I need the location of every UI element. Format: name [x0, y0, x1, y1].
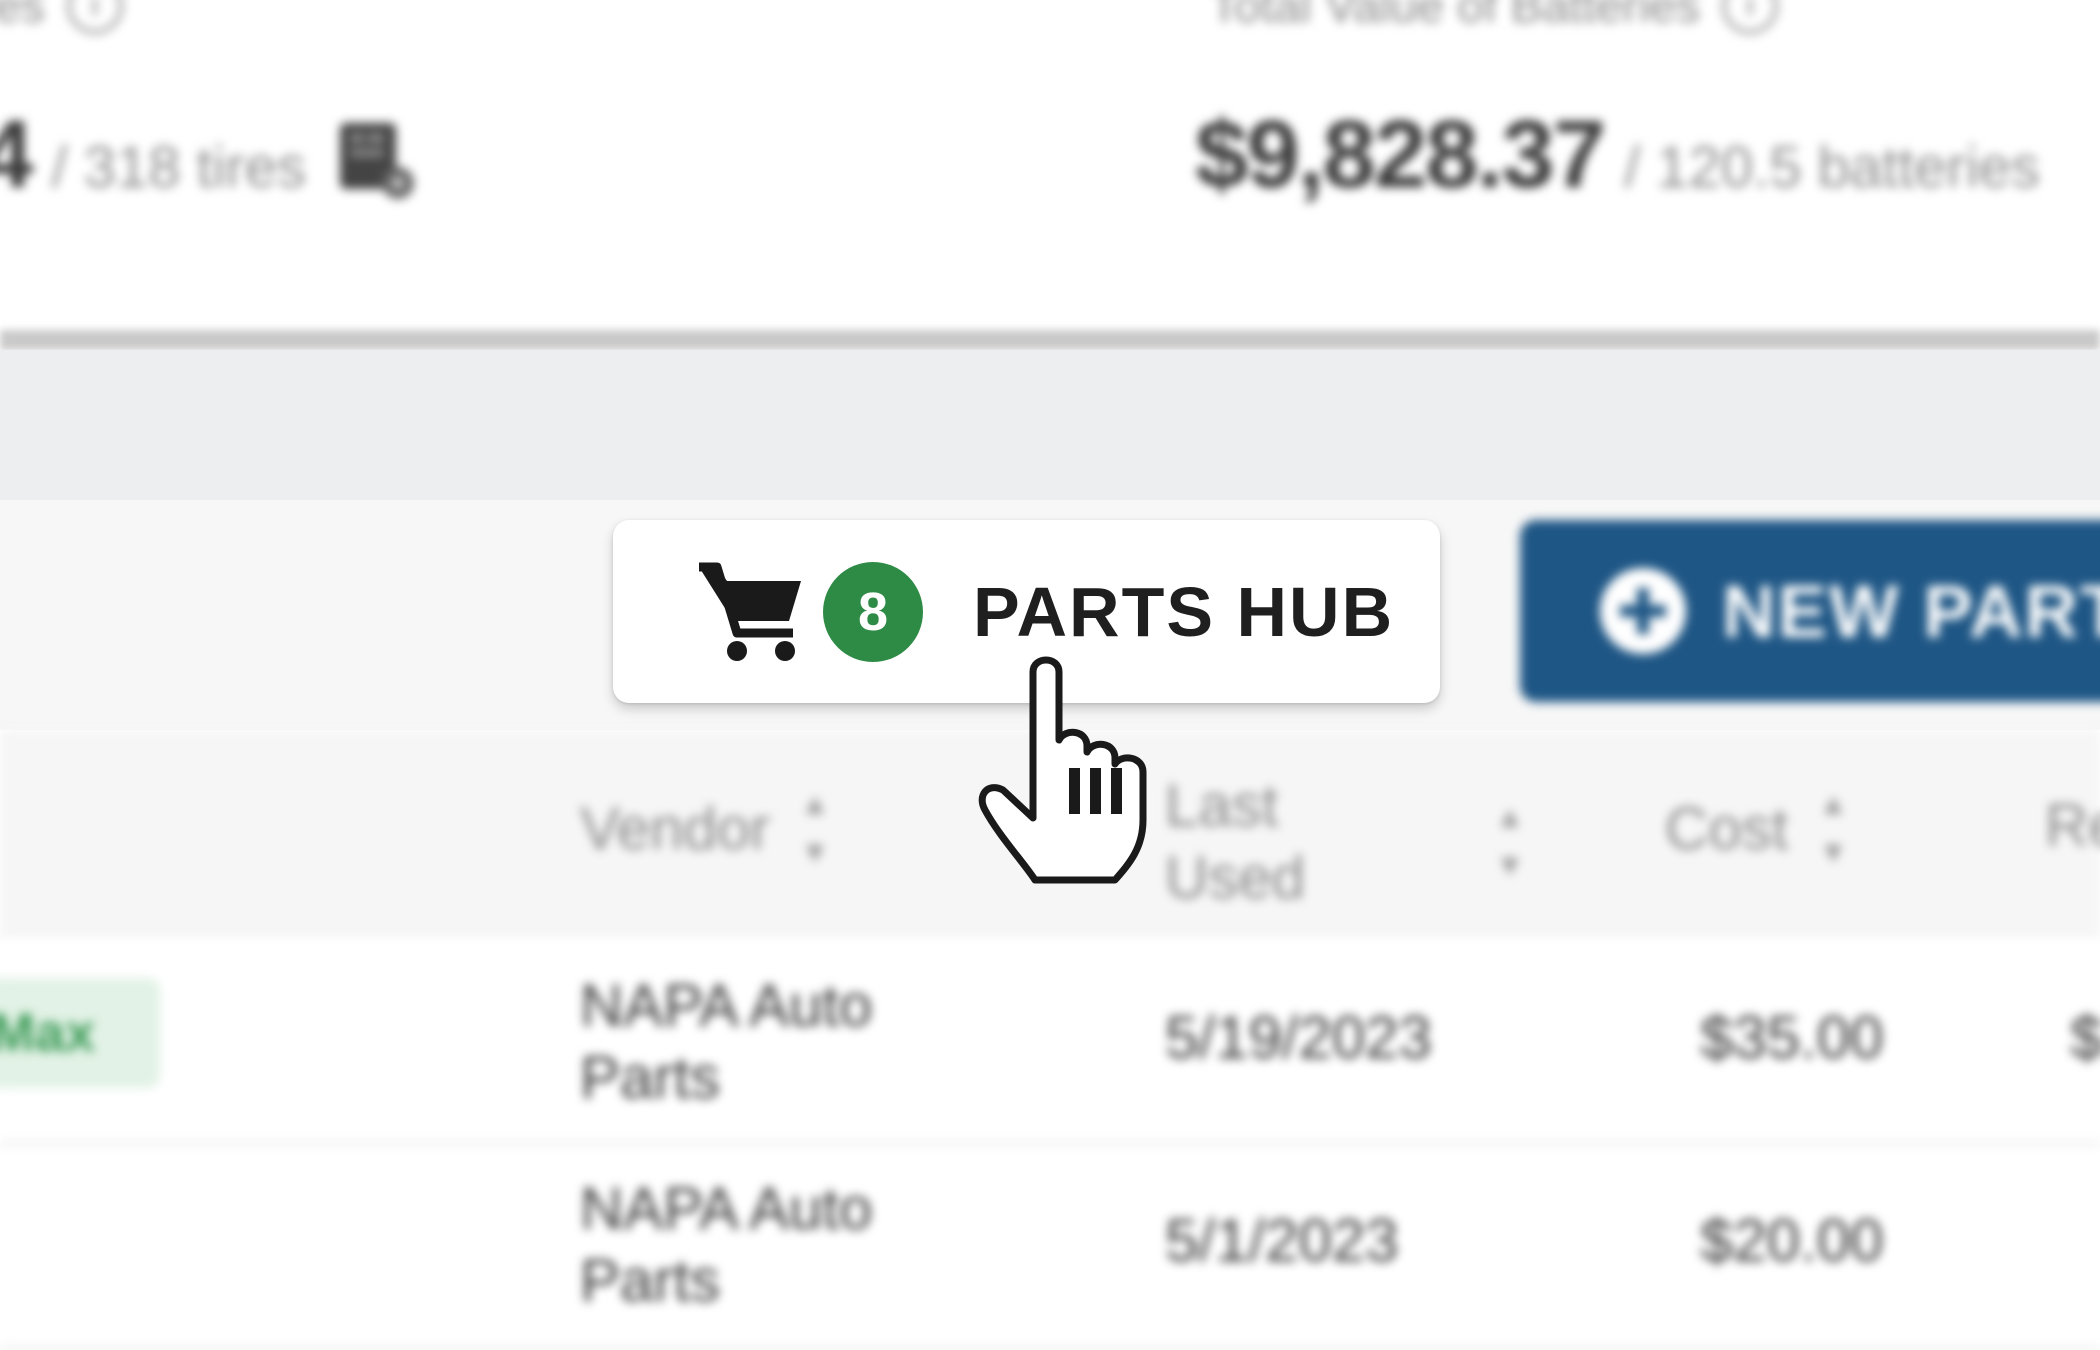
- info-circle-icon[interactable]: i: [1722, 0, 1779, 34]
- batteries-sub: / 120.5 batteries: [1624, 135, 2041, 200]
- column-label: Re: [2045, 792, 2100, 859]
- parts-hub-label: PARTS HUB: [973, 572, 1395, 651]
- info-circle-icon[interactable]: i: [66, 0, 123, 34]
- tires-sub: / 318 tires: [51, 135, 307, 200]
- batteries-value: $9,828.37: [1195, 101, 1606, 208]
- column-header-vendor[interactable]: Vendor ▲ ▼: [580, 790, 830, 868]
- cost-cell: $35.00: [1700, 1004, 1884, 1071]
- batteries-stat-heading: Total Value of Batteries i: [1210, 0, 1779, 34]
- section-band: [0, 350, 2100, 500]
- cost-cell: $20.00: [1700, 1207, 1884, 1274]
- batteries-heading-label: Total Value of Batteries: [1210, 0, 1701, 33]
- sort-arrows-icon[interactable]: ▲ ▼: [1818, 790, 1848, 868]
- tire-icon: [336, 117, 416, 201]
- tires-value: 4: [0, 101, 33, 208]
- column-label: Cost: [1665, 795, 1789, 862]
- new-part-label: NEW PART: [1722, 569, 2100, 653]
- sort-arrows-icon[interactable]: ▲ ▼: [1495, 803, 1525, 881]
- status-badge: Max: [0, 978, 160, 1088]
- section-divider: [0, 330, 2100, 350]
- column-header-last-used[interactable]: Last Used ▲ ▼: [1165, 770, 1525, 914]
- tires-heading-label: Tires: [0, 0, 45, 33]
- vendor-cell: NAPA Auto Parts: [580, 1175, 873, 1314]
- batteries-stat: $9,828.37 / 120.5 batteries: [1195, 100, 2040, 210]
- vendor-cell: NAPA Auto Parts: [580, 972, 873, 1111]
- sort-arrows-icon[interactable]: ▲ ▼: [800, 790, 830, 868]
- pointer-hand-icon: [978, 656, 1147, 884]
- tires-stat: 4 / 318 tires: [0, 100, 416, 210]
- plus-circle-icon: [1600, 568, 1686, 654]
- cart-count-badge: 8: [823, 561, 923, 662]
- last-used-cell: 5/19/2023: [1165, 1004, 1432, 1071]
- table-row[interactable]: NAPA Auto Parts 5/19/2023 $35.00 $: [0, 940, 2100, 1145]
- last-used-cell: 5/1/2023: [1165, 1207, 1399, 1274]
- shopping-cart-icon: [697, 559, 805, 665]
- tires-stat-heading: Tires i: [0, 0, 123, 34]
- column-label: Last Used: [1165, 772, 1306, 911]
- new-part-button[interactable]: NEW PART: [1520, 520, 2100, 702]
- extra-cell: $: [2070, 1004, 2100, 1071]
- column-header-cost[interactable]: Cost ▲ ▼: [1665, 790, 1848, 868]
- column-label: Vendor: [580, 795, 771, 862]
- column-header-extra[interactable]: Re: [2045, 790, 2100, 862]
- table-row[interactable]: NAPA Auto Parts 5/1/2023 $20.00: [0, 1145, 2100, 1350]
